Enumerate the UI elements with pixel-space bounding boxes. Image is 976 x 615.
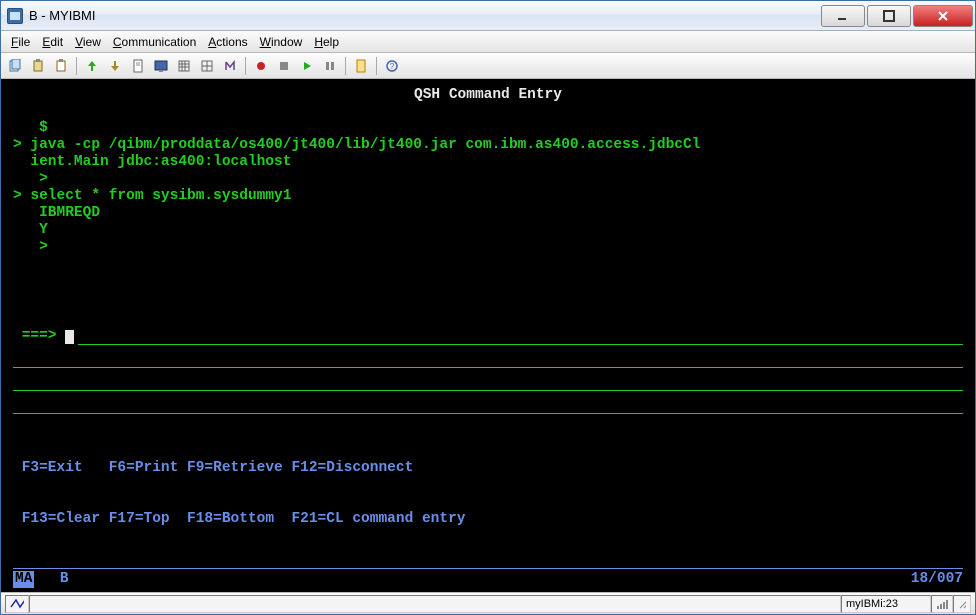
resize-grip[interactable] (953, 595, 971, 613)
status-net-icon (5, 595, 29, 613)
toolbar-separator (376, 57, 377, 75)
toolbar-separator (76, 57, 77, 75)
record-icon[interactable] (251, 56, 271, 76)
paste-icon[interactable] (28, 56, 48, 76)
terminal-screen[interactable]: QSH Command Entry $> java -cp /qibm/prod… (1, 79, 975, 592)
menu-communication[interactable]: Communication (107, 33, 202, 51)
status-ma-indicator: MA (13, 571, 34, 588)
grid-icon[interactable] (197, 56, 217, 76)
titlebar: B - MYIBMI (1, 1, 975, 31)
upload-icon[interactable] (82, 56, 102, 76)
clipboard-icon[interactable] (51, 56, 71, 76)
command-prompt: ===> (13, 328, 65, 345)
stop-icon[interactable] (274, 56, 294, 76)
pause-icon[interactable] (320, 56, 340, 76)
document-icon[interactable] (128, 56, 148, 76)
copy-icon[interactable] (5, 56, 25, 76)
menu-window[interactable]: Window (254, 33, 309, 51)
help-icon[interactable]: ? (382, 56, 402, 76)
screen-title: QSH Command Entry (13, 87, 963, 104)
keypad-icon[interactable] (174, 56, 194, 76)
screen-icon[interactable] (151, 56, 171, 76)
function-keys: F3=Exit F6=Print F9=Retrieve F12=Disconn… (13, 426, 963, 562)
svg-text:?: ? (390, 62, 395, 71)
close-button[interactable] (913, 5, 973, 27)
terminal-icon (7, 8, 23, 24)
menu-actions[interactable]: Actions (202, 33, 253, 51)
status-session: B (60, 571, 69, 588)
command-line[interactable]: ===> (13, 328, 963, 345)
statusbar: myIBMi:23 (1, 592, 975, 614)
toolbar-separator (345, 57, 346, 75)
window-controls (821, 5, 973, 27)
app-window: B - MYIBMI File Edit View Communication … (0, 0, 976, 615)
window-title: B - MYIBMI (29, 8, 821, 23)
menu-edit[interactable]: Edit (36, 33, 69, 51)
output-area: $> java -cp /qibm/proddata/os400/jt400/l… (13, 120, 963, 256)
status-connection: myIBMi:23 (841, 595, 931, 613)
download-icon[interactable] (105, 56, 125, 76)
continuation-lines[interactable] (13, 351, 963, 420)
status-signal-icon (931, 595, 953, 613)
command-input[interactable] (78, 328, 963, 345)
cursor-position: 18/007 (911, 571, 963, 588)
macro-icon[interactable] (220, 56, 240, 76)
minimize-button[interactable] (821, 5, 865, 27)
maximize-button[interactable] (867, 5, 911, 27)
menubar: File Edit View Communication Actions Win… (1, 31, 975, 53)
toolbar-separator (245, 57, 246, 75)
note-icon[interactable] (351, 56, 371, 76)
terminal-status-row: MA B 18/007 (13, 568, 963, 588)
menu-file[interactable]: File (5, 33, 36, 51)
menu-view[interactable]: View (69, 33, 107, 51)
play-icon[interactable] (297, 56, 317, 76)
status-message (29, 595, 841, 613)
menu-help[interactable]: Help (308, 33, 345, 51)
toolbar: ? (1, 53, 975, 79)
text-cursor (65, 330, 74, 344)
